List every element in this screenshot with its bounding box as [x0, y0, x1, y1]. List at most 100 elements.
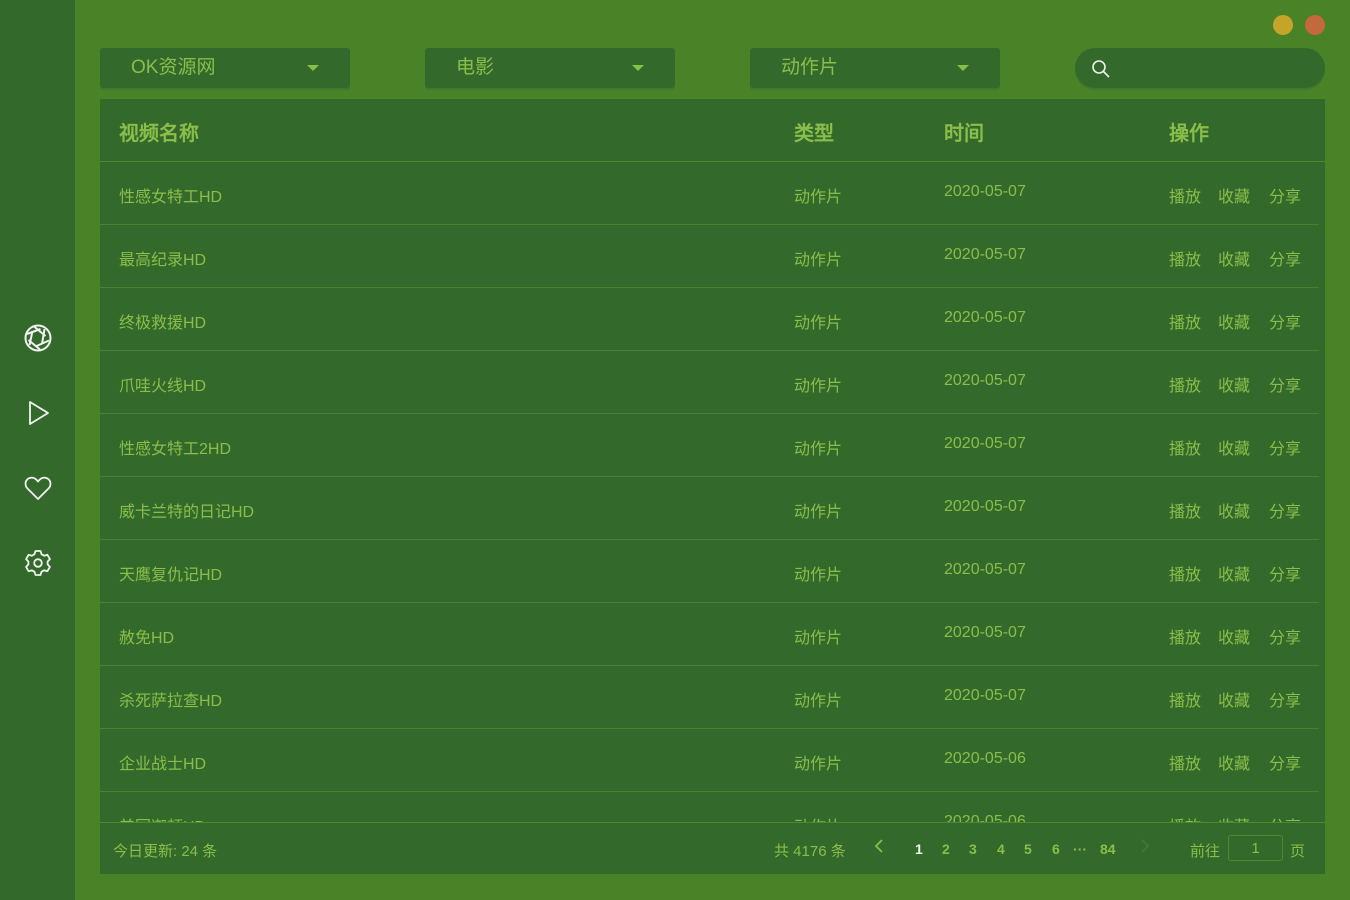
video-type: 动作片: [794, 813, 842, 822]
page-number[interactable]: 4: [997, 841, 1005, 857]
header-time: 时间: [944, 123, 984, 145]
table-row[interactable]: 爪哇火线HD 动作片 2020-05-07 播放 收藏 分享: [100, 351, 1319, 414]
share-button[interactable]: 分享: [1269, 750, 1301, 774]
share-button[interactable]: 分享: [1269, 435, 1301, 459]
table-body: 性感女特工HD 动作片 2020-05-07 播放 收藏 分享 最高纪录HD 动作片 2020-…: [100, 162, 1325, 822]
video-name: 性感女特工2HD: [119, 441, 232, 458]
play-button[interactable]: 播放: [1169, 246, 1201, 270]
play-button[interactable]: 播放: [1169, 498, 1201, 522]
video-time: 2020-05-07: [944, 372, 1026, 389]
favorite-button[interactable]: 收藏: [1218, 687, 1250, 711]
category-select[interactable]: 电影: [425, 48, 675, 88]
goto-label: 前往: [1190, 843, 1221, 860]
table-header: 视频名称 类型 时间 操作: [100, 99, 1325, 162]
share-button[interactable]: 分享: [1269, 687, 1301, 711]
video-name: 杀死萨拉查HD: [119, 693, 223, 710]
genre-select-value: 动作片: [781, 57, 839, 78]
favorite-button[interactable]: 收藏: [1218, 372, 1250, 396]
goto-page-input[interactable]: [1228, 835, 1283, 861]
favorite-button[interactable]: 收藏: [1218, 246, 1250, 270]
video-time: 2020-05-07: [944, 687, 1026, 704]
table-row[interactable]: 美国迦顿HD 动作片 2020-05-06 播放 收藏 分享: [100, 792, 1319, 822]
favorite-button[interactable]: 收藏: [1218, 624, 1250, 648]
video-time: 2020-05-07: [944, 498, 1026, 515]
page-number[interactable]: 2: [942, 841, 950, 857]
share-button[interactable]: 分享: [1269, 813, 1301, 822]
page-number[interactable]: 1: [915, 841, 923, 857]
page-number[interactable]: 5: [1024, 841, 1032, 857]
favorite-button[interactable]: 收藏: [1218, 813, 1250, 822]
genre-select[interactable]: 动作片: [750, 48, 1000, 88]
video-name: 企业战士HD: [119, 756, 207, 773]
share-button[interactable]: 分享: [1269, 624, 1301, 648]
page-number[interactable]: 84: [1100, 841, 1116, 857]
favorite-button[interactable]: 收藏: [1218, 309, 1250, 333]
share-button[interactable]: 分享: [1269, 246, 1301, 270]
header-name: 视频名称: [119, 123, 199, 145]
prev-page-button[interactable]: [874, 838, 884, 859]
favorite-button[interactable]: 收藏: [1218, 561, 1250, 585]
goto-suffix: 页: [1290, 843, 1306, 860]
table-row[interactable]: 赦免HD 动作片 2020-05-07 播放 收藏 分享: [100, 603, 1319, 666]
next-page-button[interactable]: [1140, 838, 1150, 858]
table-footer: 今日更新: 24 条 共 4176 条 1 2 3 4 5 6 ··· 84 前往 页: [100, 822, 1325, 874]
favorite-button[interactable]: 收藏: [1218, 498, 1250, 522]
sidebar: [0, 0, 75, 900]
today-update-count: 今日更新: 24 条: [113, 843, 218, 860]
play-icon[interactable]: [22, 397, 54, 429]
play-button[interactable]: 播放: [1169, 750, 1201, 774]
total-count: 共 4176 条: [774, 843, 846, 860]
play-button[interactable]: 播放: [1169, 309, 1201, 333]
video-type: 动作片: [794, 189, 843, 206]
play-button[interactable]: 播放: [1169, 687, 1201, 711]
video-time: 2020-05-07: [944, 561, 1026, 578]
page-number[interactable]: 6: [1052, 841, 1060, 857]
table-row[interactable]: 威卡兰特的日记HD 动作片 2020-05-07 播放 收藏 分享: [100, 477, 1319, 540]
search-box: [1075, 48, 1325, 88]
chevron-down-icon: [307, 65, 319, 71]
table-row[interactable]: 性感女特工HD 动作片 2020-05-07 播放 收藏 分享: [100, 162, 1319, 225]
favorite-button[interactable]: 收藏: [1218, 183, 1250, 207]
share-button[interactable]: 分享: [1269, 309, 1301, 333]
share-button[interactable]: 分享: [1269, 498, 1301, 522]
source-select[interactable]: OK资源网: [100, 48, 350, 88]
play-button[interactable]: 播放: [1169, 813, 1201, 822]
share-button[interactable]: 分享: [1269, 183, 1301, 207]
aperture-icon[interactable]: [22, 322, 54, 354]
page-number[interactable]: 3: [969, 841, 977, 857]
gear-icon[interactable]: [22, 547, 54, 579]
video-table: 视频名称 类型 时间 操作 性感女特工HD 动作片 2020-05-07 播放 收藏 分享…: [100, 99, 1325, 874]
search-input[interactable]: [1119, 54, 1313, 84]
play-button[interactable]: 播放: [1169, 561, 1201, 585]
page-ellipsis[interactable]: ···: [1073, 841, 1087, 857]
favorite-button[interactable]: 收藏: [1218, 435, 1250, 459]
play-button[interactable]: 播放: [1169, 624, 1201, 648]
header-actions: 操作: [1169, 123, 1209, 145]
table-row[interactable]: 最高纪录HD 动作片 2020-05-07 播放 收藏 分享: [100, 225, 1319, 288]
table-row[interactable]: 企业战士HD 动作片 2020-05-06 播放 收藏 分享: [100, 729, 1319, 792]
search-icon: [1092, 60, 1110, 78]
video-type: 动作片: [794, 378, 843, 395]
video-type: 动作片: [794, 252, 843, 269]
favorite-button[interactable]: 收藏: [1218, 750, 1250, 774]
table-row[interactable]: 天鹰复仇记HD 动作片 2020-05-07 播放 收藏 分享: [100, 540, 1319, 603]
video-time: 2020-05-06: [944, 813, 1026, 822]
video-type: 动作片: [794, 504, 843, 521]
share-button[interactable]: 分享: [1269, 372, 1301, 396]
close-button[interactable]: [1305, 15, 1325, 35]
minimize-button[interactable]: [1273, 15, 1293, 35]
table-row[interactable]: 性感女特工2HD 动作片 2020-05-07 播放 收藏 分享: [100, 414, 1319, 477]
chevron-down-icon: [957, 65, 969, 71]
video-type: 动作片: [794, 567, 843, 584]
play-button[interactable]: 播放: [1169, 372, 1201, 396]
video-time: 2020-05-06: [944, 750, 1026, 767]
table-row[interactable]: 杀死萨拉查HD 动作片 2020-05-07 播放 收藏 分享: [100, 666, 1319, 729]
video-name: 美国迦顿HD: [119, 813, 206, 822]
play-button[interactable]: 播放: [1169, 435, 1201, 459]
video-type: 动作片: [794, 756, 843, 773]
video-name: 天鹰复仇记HD: [119, 567, 223, 584]
share-button[interactable]: 分享: [1269, 561, 1301, 585]
heart-icon[interactable]: [22, 472, 54, 504]
play-button[interactable]: 播放: [1169, 183, 1201, 207]
table-row[interactable]: 终极救援HD 动作片 2020-05-07 播放 收藏 分享: [100, 288, 1319, 351]
